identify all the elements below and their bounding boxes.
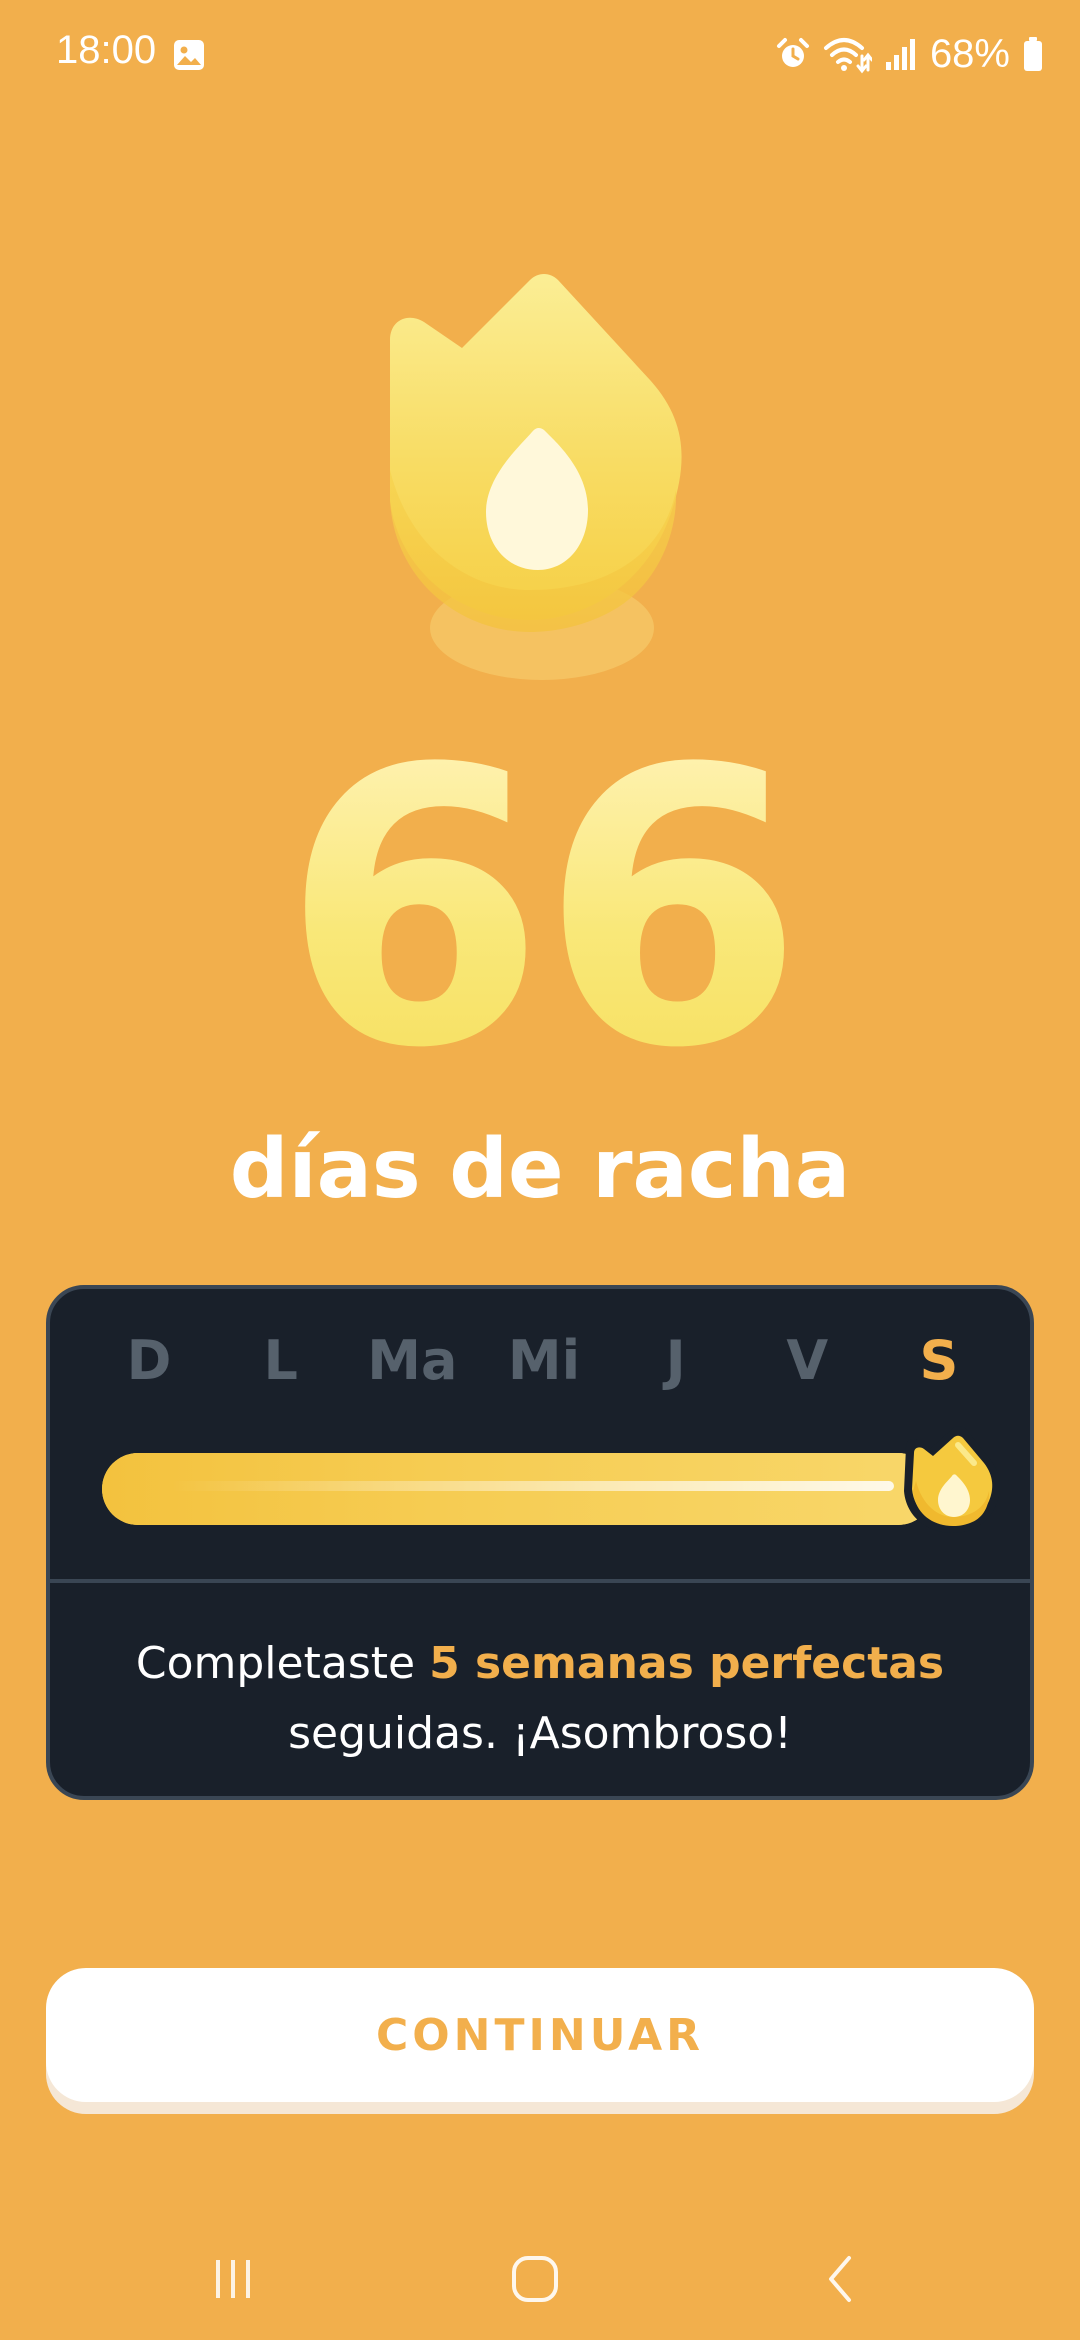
streak-flame-icon (380, 270, 700, 690)
streak-label: días de racha (229, 1122, 851, 1217)
perfect-weeks-message: Completaste 5 semanas perfectas seguidas… (90, 1629, 990, 1769)
week-day-j: J (665, 1329, 686, 1392)
alarm-icon (776, 37, 810, 71)
week-progress-shine (172, 1481, 894, 1491)
status-icons: 68% (776, 28, 1044, 80)
week-day-mi: Mi (507, 1329, 581, 1392)
gallery-icon (172, 38, 206, 72)
week-day-d: D (126, 1329, 172, 1392)
week-day-v: V (786, 1329, 829, 1392)
navigation-bar (0, 2220, 1080, 2330)
continue-button[interactable]: CONTINUAR (46, 1968, 1034, 2102)
week-progress-card: D L Ma Mi J V S Completaste 5 semanas pe… (46, 1285, 1034, 1800)
card-divider (50, 1579, 1030, 1583)
message-suffix: seguidas. ¡Asombroso! (288, 1708, 792, 1759)
status-time: 18:00 (56, 28, 157, 72)
streak-count: 66 (0, 720, 1080, 1100)
wifi-icon (822, 34, 872, 74)
week-days-row: D L Ma Mi J V S (94, 1329, 994, 1392)
battery-icon (1022, 36, 1044, 72)
status-bar: 18:00 68% (0, 0, 1080, 110)
week-day-l: L (263, 1329, 298, 1392)
week-day-s: S (919, 1329, 959, 1392)
week-day-ma: Ma (367, 1329, 458, 1392)
battery-percent: 68% (929, 31, 1010, 76)
back-icon[interactable] (796, 2244, 886, 2314)
home-icon[interactable] (490, 2244, 580, 2314)
message-prefix: Completaste (135, 1638, 430, 1689)
small-flame-icon (900, 1425, 1000, 1535)
signal-icon (884, 36, 918, 72)
recent-apps-icon[interactable] (188, 2244, 278, 2314)
week-progress-bar (102, 1453, 934, 1525)
message-highlight: 5 semanas perfectas (429, 1638, 945, 1689)
